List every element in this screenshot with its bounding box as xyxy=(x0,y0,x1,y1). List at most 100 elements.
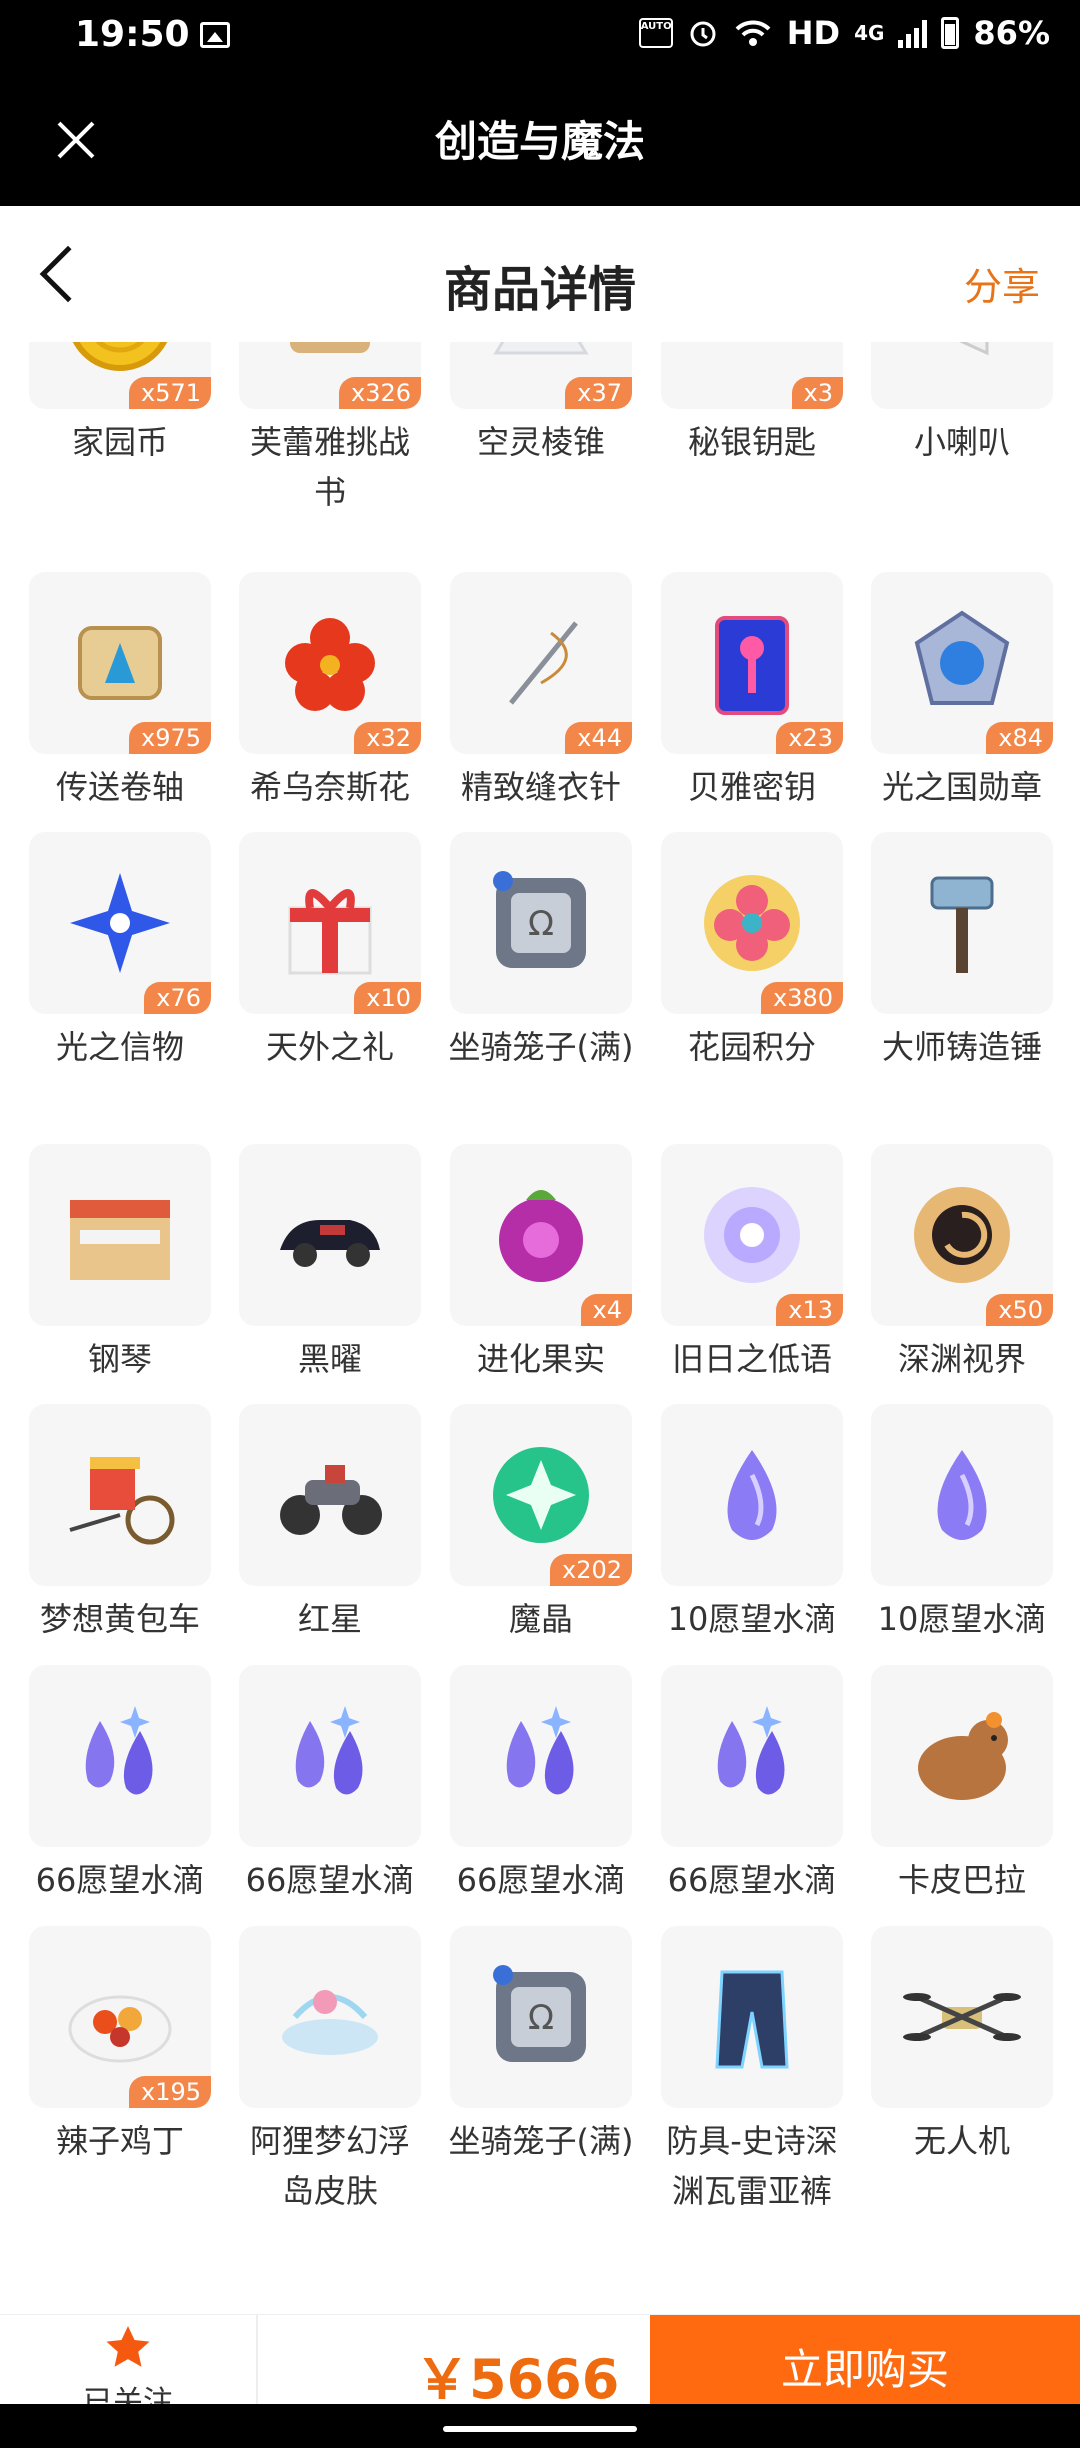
item-thumbnail xyxy=(450,1665,632,1847)
item-label: 辣子鸡丁 xyxy=(55,2122,184,2160)
star-icon xyxy=(106,2326,150,2367)
share-button[interactable]: 分享 xyxy=(964,256,1040,311)
grid-item[interactable]: 10愿望水滴 xyxy=(871,1404,1055,1644)
water-drops-icon xyxy=(506,1706,574,1795)
item-label: 防具-史诗深渊瓦雷亚裤 xyxy=(666,2122,838,2210)
item-thumbnail: Ω xyxy=(450,832,632,1014)
grid-item[interactable]: 无人机 xyxy=(871,1926,1055,2166)
grid-item[interactable]: x76 光之信物 xyxy=(29,832,213,1072)
item-label: 贝雅密钥 xyxy=(687,768,816,806)
status-bar: 19:50 AUTO HD 4G 86% xyxy=(0,0,1080,72)
quantity-badge: x571 xyxy=(128,377,211,409)
flower-token-icon xyxy=(704,875,800,971)
grid-item[interactable]: 小喇叭 xyxy=(871,342,1055,467)
car-icon xyxy=(280,1220,380,1267)
grid-item[interactable]: 66愿望水滴 xyxy=(29,1665,213,1905)
item-thumbnail: x326 xyxy=(239,342,421,409)
floating-island-icon xyxy=(282,1990,378,2055)
grid-item[interactable]: 黑曜 xyxy=(239,1144,423,1384)
grid-item[interactable]: 10愿望水滴 xyxy=(661,1404,845,1644)
grid-item[interactable]: x195 辣子鸡丁 xyxy=(29,1926,213,2166)
grid-item[interactable]: x37 空灵棱锥 xyxy=(450,342,634,467)
grid-item[interactable]: Ω 坐骑笼子(满) xyxy=(449,1926,634,2166)
item-thumbnail xyxy=(29,1144,211,1326)
grid-item[interactable]: x10 天外之礼 xyxy=(239,832,423,1072)
buy-now-button[interactable]: 立即购买 xyxy=(650,2315,1080,2405)
grid-item[interactable]: 66愿望水滴 xyxy=(450,1665,634,1905)
item-label: 魔晶 xyxy=(508,1600,573,1638)
water-drops-icon xyxy=(717,1706,785,1795)
grid-item[interactable]: x13 旧日之低语 xyxy=(661,1144,845,1384)
signal-icon xyxy=(898,18,928,48)
food-plate-icon xyxy=(68,1995,172,2063)
grid-item[interactable]: 阿狸梦幻浮岛皮肤 xyxy=(239,1926,423,2216)
gold-coin-icon xyxy=(72,342,168,371)
grid-item[interactable]: 梦想黄包车 xyxy=(29,1404,213,1644)
item-label: 深渊视界 xyxy=(897,1340,1026,1378)
item-thumbnail: x32 xyxy=(239,572,421,754)
item-thumbnail: x195 xyxy=(29,1926,211,2108)
grid-item[interactable]: x23 贝雅密钥 xyxy=(661,572,845,812)
item-thumbnail: x76 xyxy=(29,832,211,1014)
grid-item[interactable]: 66愿望水滴 xyxy=(239,1665,423,1905)
auto-icon: AUTO xyxy=(638,18,673,48)
svg-text:Ω: Ω xyxy=(528,904,554,944)
item-thumbnail: x37 xyxy=(450,342,632,409)
quantity-badge: x4 xyxy=(580,1294,632,1326)
berry-icon xyxy=(499,1190,583,1282)
item-thumbnail xyxy=(871,342,1053,409)
follow-button[interactable]: 已关注 xyxy=(0,2315,258,2420)
item-label: 花园积分 xyxy=(687,1028,816,1066)
grid-item[interactable]: x202 魔晶 xyxy=(450,1404,634,1644)
item-label: 坐骑笼子(满) xyxy=(448,2122,634,2160)
grid-item[interactable]: x4 进化果实 xyxy=(450,1144,634,1384)
quantity-badge: x44 xyxy=(565,722,632,754)
grid-item[interactable]: 66愿望水滴 xyxy=(661,1665,845,1905)
item-label: 66愿望水滴 xyxy=(245,1861,415,1899)
network-label: HD xyxy=(786,14,841,52)
grid-item[interactable]: 大师铸造锤 xyxy=(871,832,1055,1072)
motorcycle-icon xyxy=(280,1465,382,1535)
grid-item[interactable]: x84 光之国勋章 xyxy=(871,572,1055,812)
key-icon xyxy=(692,342,812,378)
green-crystal-icon xyxy=(493,1447,589,1543)
item-label: 钢琴 xyxy=(87,1340,152,1378)
quantity-badge: x10 xyxy=(354,982,421,1014)
status-time: 19:50 xyxy=(75,14,190,55)
app-bar: 创造与魔法 xyxy=(0,72,1080,206)
vortex-icon xyxy=(914,1187,1010,1283)
item-label: 旧日之低语 xyxy=(671,1340,832,1378)
grid-item[interactable]: x571 家园币 xyxy=(29,342,213,467)
item-grid: x571 家园币 x326 芙蕾雅挑战书 x37 空灵棱锥 x3 秘银钥匙 小喇叭 x975 传送卷… xyxy=(0,342,1080,2287)
grid-item[interactable]: 钢琴 xyxy=(29,1144,213,1384)
grid-item[interactable]: x3 秘银钥匙 xyxy=(661,342,845,467)
quantity-badge: x3 xyxy=(791,377,843,409)
grid-item[interactable]: x975 传送卷轴 xyxy=(29,572,213,812)
grid-item[interactable]: x32 希乌奈斯花 xyxy=(239,572,423,812)
grid-item[interactable]: x50 深渊视界 xyxy=(871,1144,1055,1384)
grid-item[interactable]: 防具-史诗深渊瓦雷亚裤 xyxy=(661,1926,845,2216)
item-thumbnail xyxy=(239,1926,421,2108)
item-thumbnail xyxy=(871,832,1053,1014)
grid-item[interactable]: 卡皮巴拉 xyxy=(871,1665,1055,1905)
item-thumbnail: x44 xyxy=(450,572,632,754)
rickshaw-icon xyxy=(69,1457,175,1545)
item-label: 大师铸造锤 xyxy=(881,1028,1042,1066)
item-label: 梦想黄包车 xyxy=(39,1600,200,1638)
quantity-badge: x380 xyxy=(760,982,843,1014)
megaphone-icon xyxy=(959,342,989,356)
home-handle[interactable] xyxy=(443,2426,637,2432)
grid-item[interactable]: Ω 坐骑笼子(满) xyxy=(449,832,634,1072)
item-thumbnail xyxy=(239,1144,421,1326)
quantity-badge: x50 xyxy=(986,1294,1053,1326)
grid-item[interactable]: x44 精致缝衣针 xyxy=(450,572,634,812)
medal-icon xyxy=(914,610,1010,705)
item-thumbnail: x23 xyxy=(661,572,843,754)
page-header: 商品详情 分享 xyxy=(0,206,1080,342)
grid-item[interactable]: x326 芙蕾雅挑战书 xyxy=(239,342,423,517)
grid-item[interactable]: x380 花园积分 xyxy=(661,832,845,1072)
grid-item[interactable]: 红星 xyxy=(239,1404,423,1644)
card-key-icon xyxy=(715,616,789,715)
item-thumbnail xyxy=(239,1404,421,1586)
item-label: 10愿望水滴 xyxy=(877,1600,1047,1638)
